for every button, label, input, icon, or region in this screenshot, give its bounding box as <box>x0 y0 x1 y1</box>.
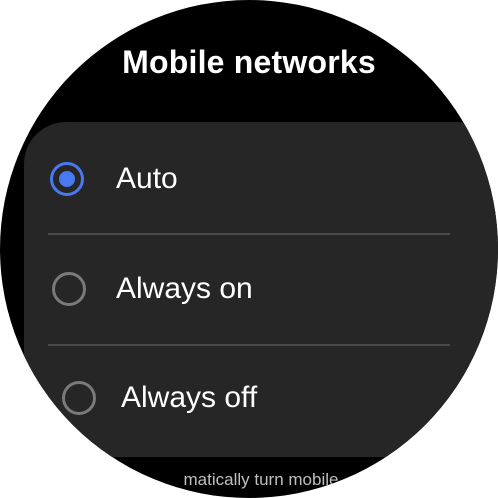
option-always-on[interactable]: Always on <box>24 234 498 344</box>
page-title: Mobile networks <box>122 44 376 80</box>
option-label: Always on <box>116 272 253 305</box>
watch-screen: Mobile networks Auto Always on Always of… <box>0 0 498 498</box>
radio-unselected-icon[interactable] <box>52 272 86 306</box>
footer-text: matically turn mobile <box>183 470 339 489</box>
option-auto[interactable]: Auto <box>24 122 498 232</box>
radio-selected-icon[interactable] <box>50 162 84 196</box>
radio-unselected-icon[interactable] <box>62 381 96 415</box>
radio-dot-icon <box>59 171 75 187</box>
option-always-off[interactable]: Always off <box>24 346 498 456</box>
footer-description: matically turn mobile <box>0 470 498 490</box>
option-label: Always off <box>121 381 258 414</box>
network-options-list: Auto Always on Always off <box>24 122 498 457</box>
option-label: Auto <box>116 162 178 195</box>
